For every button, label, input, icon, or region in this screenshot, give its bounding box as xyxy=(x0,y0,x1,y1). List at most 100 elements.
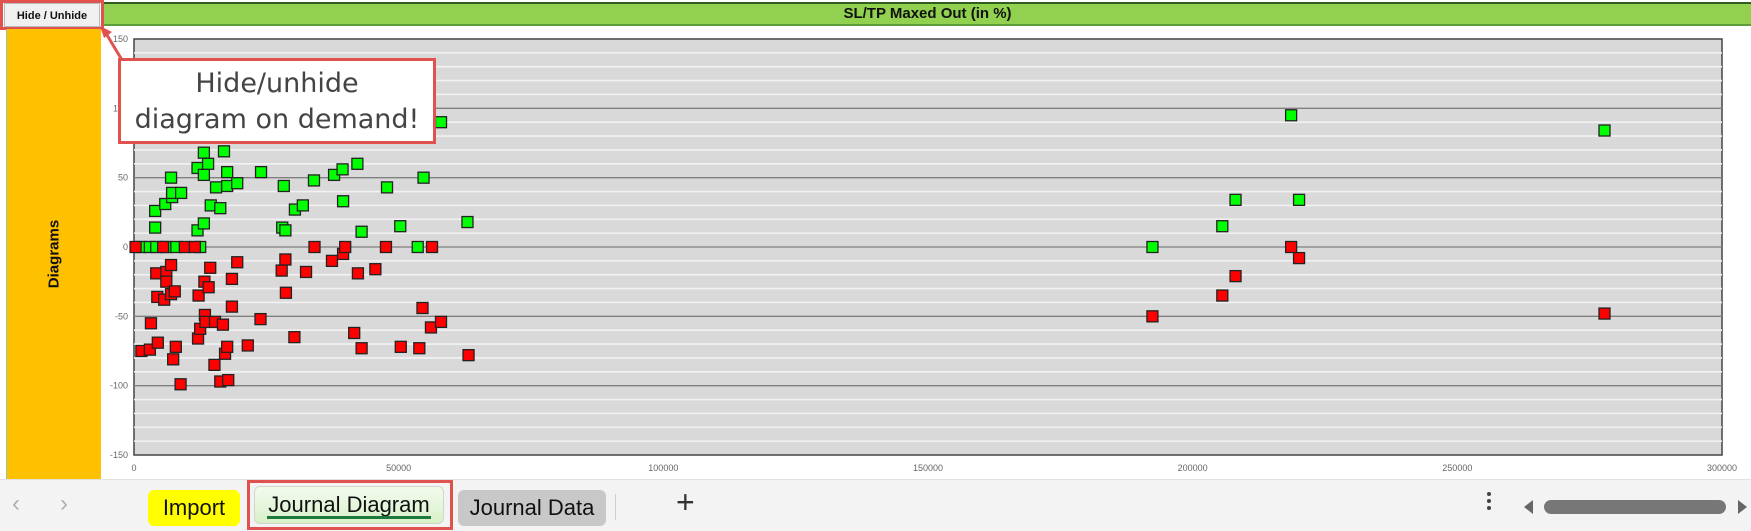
chart-title: SL/TP Maxed Out (in %) xyxy=(843,5,1012,22)
sl-point xyxy=(416,301,429,315)
x-tick-label: 200000 xyxy=(1178,463,1208,473)
sl-point xyxy=(216,318,230,331)
tp-point xyxy=(380,181,394,194)
add-sheet-button[interactable]: + xyxy=(676,484,695,521)
tp-point xyxy=(209,181,223,194)
sl-point xyxy=(325,254,339,268)
callout-line-1: Hide/unhide xyxy=(195,68,359,99)
sl-point xyxy=(144,317,158,330)
tp-point xyxy=(279,224,292,237)
tp-point xyxy=(1216,220,1229,233)
tp-point xyxy=(197,217,211,230)
sl-point xyxy=(379,240,393,254)
tp-point xyxy=(461,215,474,229)
tp-point xyxy=(217,145,231,158)
sl-point xyxy=(204,261,217,274)
sl-point xyxy=(168,285,181,298)
tp-point xyxy=(355,225,368,238)
chart-title-bar: SL/TP Maxed Out (in %) xyxy=(104,2,1751,26)
tab-journal-data[interactable]: Journal Data xyxy=(458,490,606,526)
sl-point xyxy=(308,240,321,254)
diagrams-label: Diagrams xyxy=(45,219,63,289)
tp-point xyxy=(201,157,215,170)
sheet-tab-bar: ‹ › Import Journal Diagram Journal Data … xyxy=(0,479,1751,531)
tab-journal-diagram[interactable]: Journal Diagram xyxy=(254,486,444,524)
sl-point xyxy=(1229,269,1242,283)
callout-box: Hide/unhide diagram on demand! xyxy=(118,58,436,144)
tp-point xyxy=(221,179,234,193)
tp-point xyxy=(231,177,244,190)
sl-point xyxy=(339,240,352,254)
tp-point xyxy=(351,157,364,170)
sl-point xyxy=(348,326,361,340)
prev-sheet-icon[interactable]: ‹ xyxy=(12,490,20,518)
tab-journal-diagram-label: Journal Diagram xyxy=(268,492,430,517)
y-tick-label: 150 xyxy=(113,34,128,44)
sl-point xyxy=(164,258,178,272)
more-options-icon[interactable] xyxy=(1486,492,1492,516)
horizontal-scrollbar[interactable] xyxy=(1544,500,1726,514)
sl-point xyxy=(369,263,382,276)
sl-point xyxy=(1146,310,1159,323)
sl-point xyxy=(351,267,365,280)
sl-point xyxy=(174,378,187,391)
scroll-left-icon[interactable] xyxy=(1524,500,1533,514)
sl-point xyxy=(288,330,301,344)
scroll-right-icon[interactable] xyxy=(1738,500,1747,514)
sl-point xyxy=(462,349,475,362)
y-tick-label: -150 xyxy=(110,450,128,460)
sl-point xyxy=(188,240,202,254)
y-tick-label: -50 xyxy=(115,311,128,321)
tp-point xyxy=(1598,124,1611,137)
tp-point xyxy=(1292,193,1306,207)
sl-point xyxy=(299,265,313,279)
sl-point xyxy=(275,264,288,277)
y-tick-label: 50 xyxy=(118,173,128,183)
sl-point xyxy=(1292,251,1306,265)
tp-point xyxy=(417,171,430,184)
sl-point xyxy=(424,321,438,334)
tp-point xyxy=(149,221,162,234)
x-tick-label: 300000 xyxy=(1707,463,1737,473)
tp-point xyxy=(1229,193,1242,207)
sl-point xyxy=(241,339,254,352)
tp-point xyxy=(197,146,211,159)
sl-point xyxy=(192,289,205,302)
tp-point xyxy=(296,199,310,212)
sl-point xyxy=(178,240,191,254)
active-tab-underline xyxy=(267,516,431,519)
x-axis-ticks: 0 50000 100000 150000 200000 250000 300000 xyxy=(131,463,1737,473)
sl-point xyxy=(156,240,170,254)
next-sheet-icon[interactable]: › xyxy=(60,490,68,518)
sl-point xyxy=(222,373,235,387)
sl-point xyxy=(413,342,426,355)
tp-point xyxy=(254,165,268,179)
tab-import[interactable]: Import xyxy=(148,490,240,526)
tp-point xyxy=(221,165,234,179)
sl-point xyxy=(279,286,293,299)
callout-line-2: diagram on demand! xyxy=(134,104,420,135)
y-tick-label: 0 xyxy=(123,242,128,252)
tp-point xyxy=(336,195,350,208)
sl-point xyxy=(231,256,244,269)
diagrams-panel: Diagrams xyxy=(6,29,101,479)
tp-point xyxy=(411,240,424,254)
tp-point xyxy=(1146,240,1159,254)
x-tick-label: 50000 xyxy=(386,463,411,473)
tp-point xyxy=(197,168,211,182)
tp-point xyxy=(336,163,349,176)
hide-unhide-button[interactable]: Hide / Unhide xyxy=(4,3,100,27)
tp-point xyxy=(277,179,290,193)
x-tick-label: 150000 xyxy=(913,463,943,473)
tp-point xyxy=(164,171,178,184)
tp-point xyxy=(394,220,407,233)
sl-point xyxy=(1216,289,1229,302)
sl-point xyxy=(208,358,221,372)
sl-point xyxy=(1284,240,1298,254)
sl-point xyxy=(355,342,368,355)
sl-point xyxy=(425,240,439,254)
x-tick-label: 0 xyxy=(131,463,136,473)
sl-point xyxy=(169,340,182,353)
sl-point xyxy=(1598,307,1611,320)
sl-point xyxy=(254,312,267,326)
